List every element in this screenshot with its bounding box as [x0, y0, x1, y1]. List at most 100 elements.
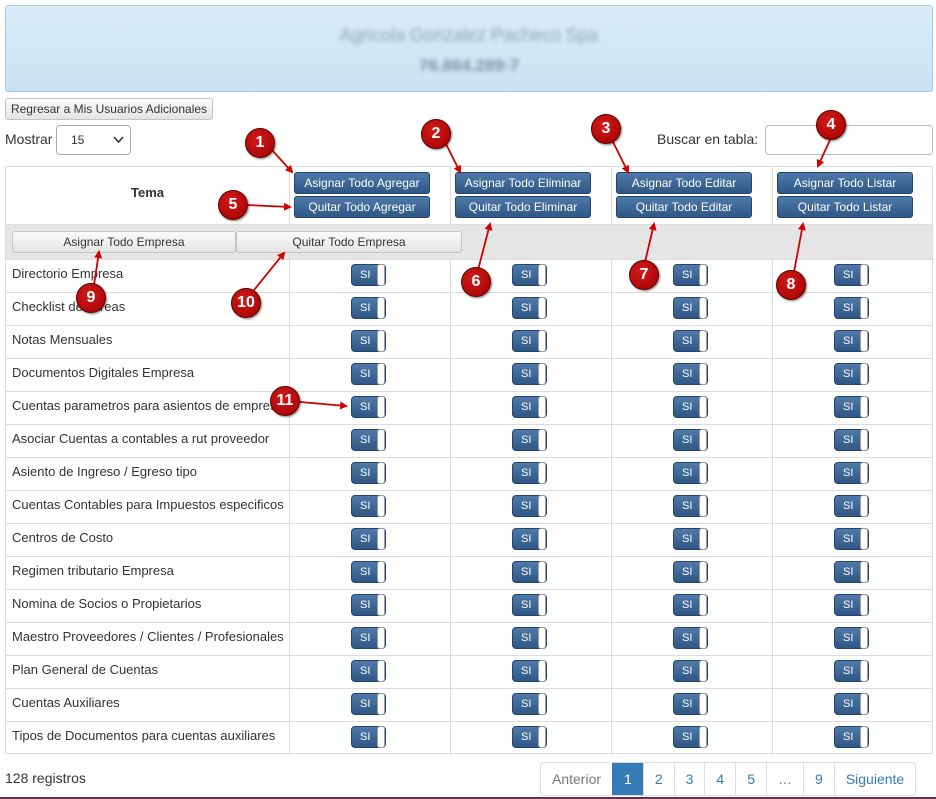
permission-toggle-edit[interactable]: SI: [673, 594, 708, 616]
permission-toggle-add[interactable]: SI: [351, 330, 386, 352]
toggle-label: SI: [360, 632, 371, 644]
permission-toggle-edit[interactable]: SI: [673, 330, 708, 352]
remove-all-list-button[interactable]: Quitar Todo Listar: [777, 196, 913, 218]
toggle-knob: [699, 627, 707, 649]
permission-toggle-delete[interactable]: SI: [512, 726, 547, 748]
toggle-label: SI: [843, 434, 854, 446]
permission-toggle-delete[interactable]: SI: [512, 660, 547, 682]
remove-all-delete-button[interactable]: Quitar Todo Eliminar: [455, 196, 591, 218]
permission-toggle-edit[interactable]: SI: [673, 462, 708, 484]
permission-toggle-delete[interactable]: SI: [512, 561, 547, 583]
page-4-button[interactable]: 4: [704, 763, 736, 795]
permission-toggle-edit[interactable]: SI: [673, 363, 708, 385]
permission-toggle-add[interactable]: SI: [351, 396, 386, 418]
permission-toggle-edit[interactable]: SI: [673, 693, 708, 715]
permission-toggle-add[interactable]: SI: [351, 429, 386, 451]
permission-toggle-add[interactable]: SI: [351, 495, 386, 517]
permission-toggle-delete[interactable]: SI: [512, 495, 547, 517]
page-9-button[interactable]: 9: [803, 763, 834, 795]
toggle-knob: [377, 297, 385, 319]
permission-toggle-edit[interactable]: SI: [673, 627, 708, 649]
permission-toggle-edit[interactable]: SI: [673, 396, 708, 418]
page-3-button[interactable]: 3: [673, 763, 705, 795]
permission-toggle-delete[interactable]: SI: [512, 330, 547, 352]
permission-toggle-edit[interactable]: SI: [673, 726, 708, 748]
permission-toggle-list[interactable]: SI: [834, 726, 869, 748]
toggle-label: SI: [843, 632, 854, 644]
assign-all-list-button[interactable]: Asignar Todo Listar: [777, 172, 913, 194]
permission-toggle-list[interactable]: SI: [834, 330, 869, 352]
permission-toggle-delete[interactable]: SI: [512, 693, 547, 715]
permission-toggle-add[interactable]: SI: [351, 297, 386, 319]
permission-toggle-add[interactable]: SI: [351, 627, 386, 649]
page-5-button[interactable]: 5: [735, 763, 767, 795]
permission-toggle-delete[interactable]: SI: [512, 429, 547, 451]
table-search-input[interactable]: [765, 125, 933, 155]
permission-toggle-add[interactable]: SI: [351, 363, 386, 385]
permission-toggle-add[interactable]: SI: [351, 660, 386, 682]
assign-all-add-button[interactable]: Asignar Todo Agregar: [294, 172, 430, 194]
permission-toggle-edit[interactable]: SI: [673, 495, 708, 517]
toggle-label: SI: [843, 467, 854, 479]
toggle-label: SI: [682, 434, 693, 446]
permission-toggle-delete[interactable]: SI: [512, 363, 547, 385]
back-to-users-button[interactable]: Regresar a Mis Usuarios Adicionales: [5, 98, 213, 120]
permission-toggle-list[interactable]: SI: [834, 396, 869, 418]
permission-toggle-list[interactable]: SI: [834, 297, 869, 319]
previous-page-button[interactable]: Anterior: [541, 763, 613, 795]
permission-toggle-add[interactable]: SI: [351, 561, 386, 583]
permission-toggle-edit[interactable]: SI: [673, 297, 708, 319]
permission-toggle-list[interactable]: SI: [834, 462, 869, 484]
toggle-label: SI: [682, 368, 693, 380]
remove-all-empresa-button[interactable]: Quitar Todo Empresa: [236, 231, 462, 253]
permission-toggle-edit[interactable]: SI: [673, 528, 708, 550]
assign-all-edit-button[interactable]: Asignar Todo Editar: [616, 172, 752, 194]
toggle-knob: [377, 660, 385, 682]
permission-toggle-edit[interactable]: SI: [673, 264, 708, 286]
permission-toggle-delete[interactable]: SI: [512, 462, 547, 484]
permission-toggle-list[interactable]: SI: [834, 660, 869, 682]
permission-toggle-list[interactable]: SI: [834, 429, 869, 451]
toggle-knob: [860, 561, 868, 583]
permission-toggle-list[interactable]: SI: [834, 561, 869, 583]
permission-toggle-add[interactable]: SI: [351, 264, 386, 286]
assign-all-delete-button[interactable]: Asignar Todo Eliminar: [455, 172, 591, 194]
permission-toggle-list[interactable]: SI: [834, 693, 869, 715]
page-1-button[interactable]: 1: [612, 763, 643, 795]
permission-toggle-list[interactable]: SI: [834, 264, 869, 286]
permission-toggle-delete[interactable]: SI: [512, 264, 547, 286]
page-size-select[interactable]: 15: [56, 125, 131, 155]
permission-toggle-delete[interactable]: SI: [512, 627, 547, 649]
toggle-knob: [377, 462, 385, 484]
permission-toggle-list[interactable]: SI: [834, 528, 869, 550]
toggle-label: SI: [682, 500, 693, 512]
record-count: 128 registros: [5, 770, 86, 786]
permission-toggle-add[interactable]: SI: [351, 693, 386, 715]
permission-toggle-delete[interactable]: SI: [512, 528, 547, 550]
permission-toggle-list[interactable]: SI: [834, 594, 869, 616]
permission-toggle-delete[interactable]: SI: [512, 594, 547, 616]
row-label: Asiento de Ingreso / Egreso tipo: [12, 464, 198, 479]
permission-toggle-list[interactable]: SI: [834, 495, 869, 517]
permission-toggle-add[interactable]: SI: [351, 528, 386, 550]
permission-toggle-edit[interactable]: SI: [673, 429, 708, 451]
toggle-label: SI: [843, 500, 854, 512]
permission-toggle-edit[interactable]: SI: [673, 660, 708, 682]
permission-toggle-list[interactable]: SI: [834, 627, 869, 649]
permission-toggle-add[interactable]: SI: [351, 462, 386, 484]
page-2-button[interactable]: 2: [642, 763, 674, 795]
permission-toggle-delete[interactable]: SI: [512, 396, 547, 418]
permission-toggle-list[interactable]: SI: [834, 363, 869, 385]
permission-toggle-delete[interactable]: SI: [512, 297, 547, 319]
toggle-label: SI: [521, 698, 532, 710]
permission-toggle-add[interactable]: SI: [351, 594, 386, 616]
next-page-button[interactable]: Siguiente: [833, 763, 916, 795]
remove-all-add-button[interactable]: Quitar Todo Agregar: [294, 196, 430, 218]
remove-all-edit-button[interactable]: Quitar Todo Editar: [616, 196, 752, 218]
toggle-knob: [538, 495, 546, 517]
permission-toggle-add[interactable]: SI: [351, 726, 386, 748]
toggle-knob: [699, 693, 707, 715]
chevron-down-icon: [113, 127, 124, 164]
assign-all-empresa-button[interactable]: Asignar Todo Empresa: [12, 231, 236, 253]
permission-toggle-edit[interactable]: SI: [673, 561, 708, 583]
